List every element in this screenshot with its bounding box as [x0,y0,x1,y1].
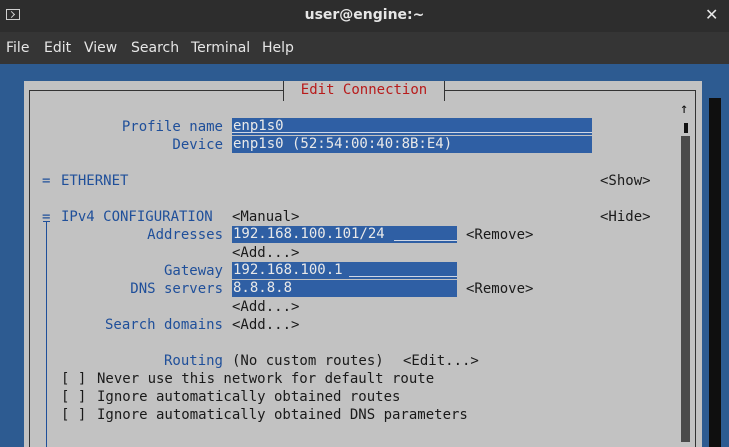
dialog-border-left [29,90,30,447]
dns-remove-button[interactable]: <Remove> [466,280,533,298]
ignore-dns-checkbox[interactable]: [ ] [61,406,86,424]
ipv4-section-line [46,222,47,447]
ignore-routes-label: Ignore automatically obtained routes [97,389,401,405]
gateway-label: Gateway [163,263,223,279]
ignore-dns-label: Ignore automatically obtained DNS parame… [97,407,468,423]
device-label: Device [172,137,223,153]
dns-add-button[interactable]: <Add...> [232,298,299,316]
menu-view[interactable]: View [84,40,117,56]
search-domains-add-button[interactable]: <Add...> [232,316,299,334]
menu-help[interactable]: Help [262,40,294,56]
window-titlebar: user@engine:~ ✕ [0,0,729,32]
ethernet-section-label: ETHERNET [61,173,129,189]
menu-terminal[interactable]: Terminal [191,40,250,56]
default-route-label: Never use this network for default route [97,371,435,387]
default-route-checkbox[interactable]: [ ] [61,370,86,388]
routing-value: (No custom routes) [232,353,384,369]
scroll-up-arrow-icon[interactable]: ↑ [680,101,688,117]
menu-edit[interactable]: Edit [44,40,71,56]
dialog-scrollbar[interactable] [681,136,690,442]
dns-servers-label: DNS servers [130,281,223,297]
routing-label: Routing [163,353,223,369]
menu-search[interactable]: Search [131,40,179,56]
ignore-routes-checkbox[interactable]: [ ] [61,388,86,406]
window-title: user@engine:~ [304,7,425,23]
profile-name-label: Profile name [121,119,223,135]
dialog-title: Edit Connection [283,81,445,101]
gateway-input[interactable]: 192.168.100.1 [232,262,457,279]
dialog-scroll-thumb[interactable] [684,123,688,133]
ipv4-method-select[interactable]: <Manual> [232,208,299,226]
ipv4-section-label: IPv4 CONFIGURATION [61,209,213,225]
address-add-button[interactable]: <Add...> [232,244,299,262]
profile-name-input[interactable]: enp1s0 [232,118,592,135]
address-remove-button[interactable]: <Remove> [466,226,533,244]
terminal-scrollbar[interactable] [709,98,721,447]
addresses-label: Addresses [147,227,223,243]
ethernet-section-marker: = [42,173,51,189]
ipv4-hide-button[interactable]: <Hide> [600,208,651,226]
address-input[interactable]: 192.168.100.101/24 [232,226,457,243]
menu-bar: File Edit View Search Terminal Help [0,32,729,64]
menu-file[interactable]: File [6,40,29,56]
dns-server-input[interactable]: 8.8.8.8 [232,280,457,297]
routing-edit-button[interactable]: <Edit...> [403,352,479,370]
ipv4-section-line-tick [43,221,50,222]
device-input[interactable]: enp1s0 (52:54:00:40:8B:E4) [232,136,592,153]
search-domains-label: Search domains [104,317,223,333]
ethernet-show-button[interactable]: <Show> [600,172,651,190]
dialog-border-right [695,90,696,447]
close-icon[interactable]: ✕ [705,5,718,24]
